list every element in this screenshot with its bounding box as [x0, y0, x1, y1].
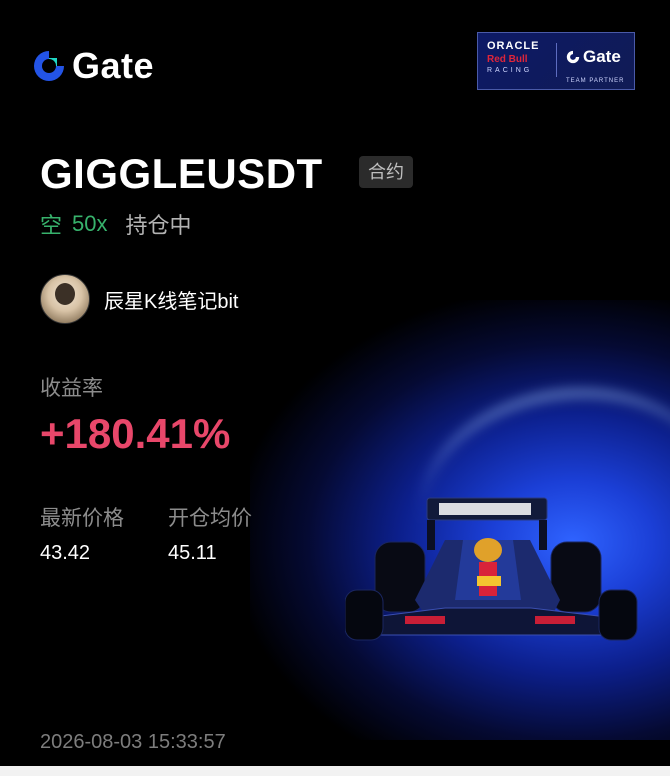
team-partner-text: TEAM PARTNER	[566, 78, 625, 84]
f1-car-image	[345, 497, 638, 641]
share-card: Gate ORACLE Red Bull RACING Gate TEAM PA…	[0, 0, 670, 766]
avatar	[40, 274, 90, 324]
timestamp: 2026-08-03 15:33:57	[40, 731, 226, 753]
leverage: 50x	[72, 211, 108, 236]
team-partner-badge: ORACLE Red Bull RACING Gate TEAM PARTNER	[477, 32, 635, 90]
latest-price-value: 43.42	[40, 542, 91, 564]
position-status: 持仓中	[125, 213, 192, 238]
position-info: 空 50x 持仓中	[40, 208, 192, 240]
gate-logo-icon	[566, 50, 580, 64]
username: 辰星K线笔记bit	[104, 290, 239, 313]
roi-value: +180.41%	[40, 410, 231, 457]
badge-divider	[556, 43, 557, 77]
gate-logo: Gate	[32, 45, 154, 87]
logo-text: Gate	[72, 45, 155, 86]
roi-label: 收益率	[40, 377, 103, 400]
user-info: 辰星K线笔记bit	[40, 274, 238, 324]
racing-text: RACING	[487, 67, 533, 74]
redbull-text: Red Bull	[487, 54, 528, 65]
entry-price-value: 45.11	[168, 542, 217, 564]
badge-gate-text: Gate	[583, 47, 621, 66]
contract-type-badge: 合约	[359, 156, 413, 188]
trading-pair-symbol: GIGGLEUSDT	[40, 150, 323, 197]
entry-price-label: 开仓均价	[168, 507, 252, 530]
gate-logo-icon	[34, 51, 64, 81]
badge-gate-logo: Gate	[566, 47, 621, 67]
bottom-strip	[0, 766, 670, 776]
latest-price-label: 最新价格	[40, 507, 124, 530]
oracle-text: ORACLE	[487, 40, 540, 52]
position-side: 空	[40, 213, 63, 238]
